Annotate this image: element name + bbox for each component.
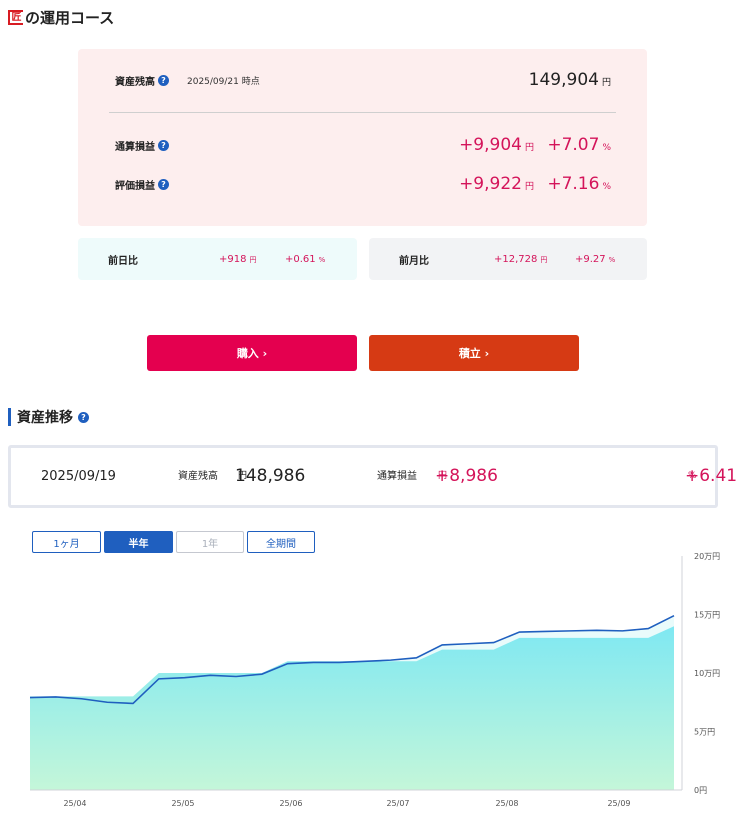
total-pl-value-group: +9,904 円	[459, 135, 534, 155]
month-diff-pct: +9.27%	[575, 253, 616, 265]
total-pl-row: 通算損益? +9,904 円 +7.07%	[78, 132, 647, 158]
balance-unit: 円	[601, 78, 611, 88]
eval-pl-pct-unit: %	[602, 182, 611, 192]
total-pl-unit: 円	[524, 143, 534, 153]
eval-pl-label: 評価損益?	[115, 177, 169, 192]
buy-button[interactable]: 購入 ›	[147, 335, 357, 371]
chart-plot-area	[29, 614, 675, 790]
x-tick-label: 25/04	[63, 799, 86, 808]
month-diff-label: 前月比	[399, 255, 429, 267]
balance-row: 資産残高? 2025/09/21 時点 149,904 円	[78, 67, 647, 93]
help-icon[interactable]: ?	[158, 74, 169, 86]
balance-value-group: 149,904 円	[529, 70, 611, 90]
principal-area	[30, 626, 674, 790]
history-pl-label: 通算損益	[377, 471, 417, 482]
eval-pl-pct-group: +7.16%	[547, 174, 611, 194]
brand-logo: 匠	[8, 9, 23, 25]
help-icon[interactable]: ?	[158, 178, 169, 190]
page-title-text: の運用コース	[25, 8, 115, 27]
range-tab-6m[interactable]: 半年	[104, 531, 173, 553]
day-diff-label: 前日比	[108, 255, 138, 267]
x-tick-label: 25/07	[386, 799, 409, 808]
total-pl-pct: +7.07	[547, 135, 600, 155]
summary-card: 資産残高? 2025/09/21 時点 149,904 円 通算損益? +9,90…	[78, 49, 647, 226]
y-tick-label: 10万円	[694, 669, 720, 678]
x-tick-label: 25/06	[279, 799, 302, 808]
day-diff-card: 前日比 +918 円 +0.61%	[78, 238, 357, 280]
month-diff-card: 前月比 +12,728 円 +9.27%	[369, 238, 647, 280]
eval-pl-unit: 円	[524, 182, 534, 192]
section-title-text: 資産推移	[17, 410, 73, 426]
total-pl-value: +9,904	[459, 135, 522, 155]
day-diff-pct: +0.61%	[285, 253, 326, 265]
eval-pl-row: 評価損益? +9,922 円 +7.16%	[78, 171, 647, 197]
range-tab-all[interactable]: 全期間	[247, 531, 315, 553]
range-tab-1m[interactable]: 1ヶ月	[32, 531, 101, 553]
y-tick-label: 20万円	[694, 552, 720, 561]
divider	[109, 112, 616, 113]
day-diff-value: +918 円	[219, 253, 257, 265]
x-tick-label: 25/08	[495, 799, 518, 808]
x-tick-label: 25/09	[607, 799, 630, 808]
range-tab-1y: 1年	[176, 531, 244, 553]
section-title: 資産推移?	[8, 408, 89, 426]
total-pl-pct-group: +7.07%	[547, 135, 611, 155]
month-diff-value: +12,728 円	[494, 253, 548, 265]
history-detail-card: 2025/09/19 資産残高 148,986 円 通算損益 +8,986 円 +6…	[8, 445, 737, 508]
balance-value: 149,904	[528, 70, 599, 90]
help-icon[interactable]: ?	[158, 139, 169, 151]
accumulate-button[interactable]: 積立 ›	[369, 335, 579, 371]
as-of-date: 2025/09/21 時点	[187, 76, 260, 87]
help-icon[interactable]: ?	[78, 411, 89, 423]
balance-label: 資産残高?	[115, 73, 169, 88]
y-tick-label: 15万円	[694, 611, 720, 620]
page-title: 匠 の運用コース	[8, 6, 114, 28]
eval-pl-value-group: +9,922 円	[459, 174, 534, 194]
eval-pl-value: +9,922	[459, 174, 522, 194]
total-pl-pct-unit: %	[602, 143, 611, 153]
history-balance-label: 資産残高	[178, 471, 218, 482]
y-tick-label: 5万円	[694, 728, 715, 737]
y-tick-label: 0円	[694, 786, 707, 795]
history-date: 2025/09/19	[41, 469, 116, 484]
total-pl-label: 通算損益?	[115, 138, 169, 153]
asset-chart: 0円 5万円 10万円 15万円 20万円 25/04 25/05 25/06 25/07 25/…	[29, 552, 720, 808]
x-tick-label: 25/05	[171, 799, 194, 808]
eval-pl-pct: +7.16	[547, 174, 600, 194]
